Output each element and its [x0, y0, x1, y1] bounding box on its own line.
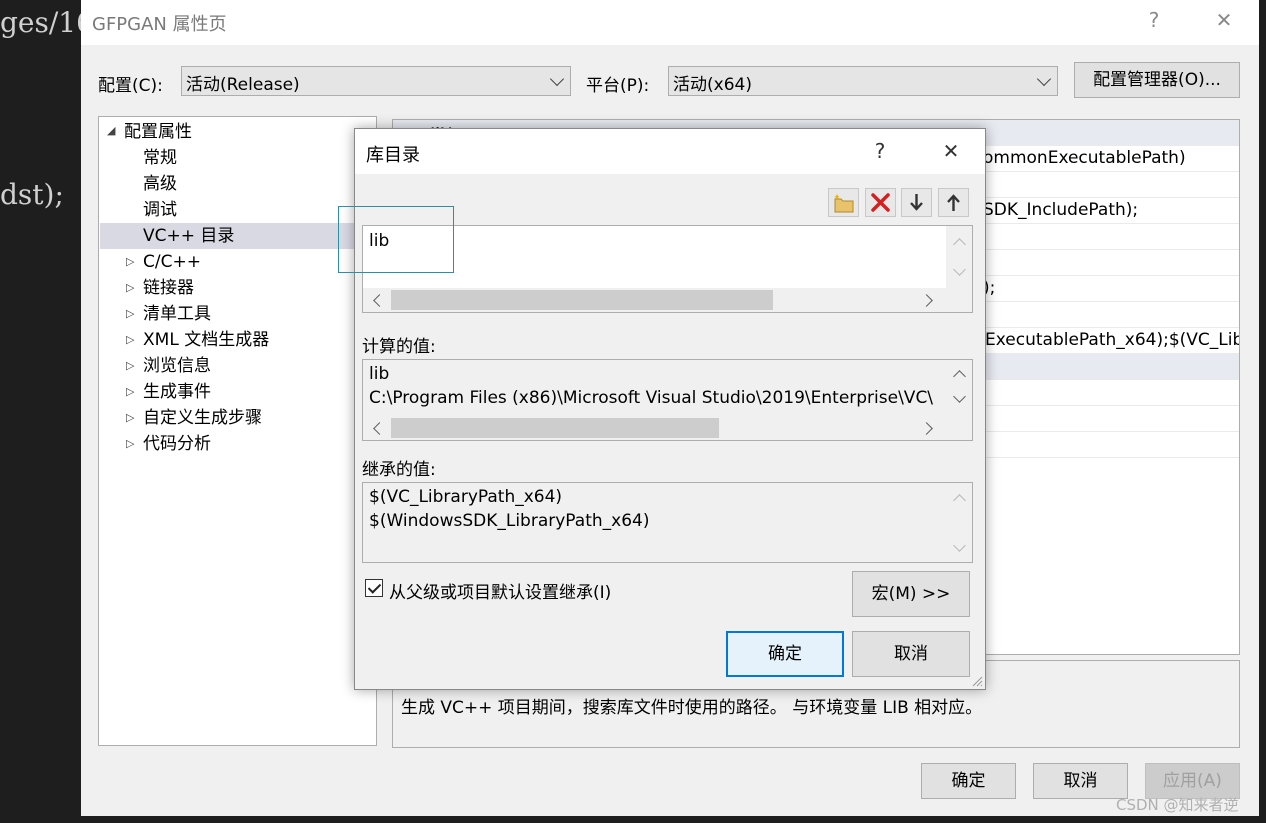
- move-up-button[interactable]: [938, 188, 969, 217]
- config-select-value: 活动(Release): [186, 75, 300, 95]
- arrow-up-icon: [947, 194, 960, 211]
- tree-item-browse-info[interactable]: 浏览信息: [143, 353, 211, 379]
- collapsed-triangle-icon[interactable]: ▷: [126, 359, 134, 372]
- collapsed-triangle-icon[interactable]: ▷: [126, 255, 134, 268]
- collapsed-triangle-icon[interactable]: ▷: [126, 307, 134, 320]
- scrollbar-thumb[interactable]: [391, 418, 719, 438]
- tree-item-xml-doc[interactable]: XML 文档生成器: [143, 327, 269, 353]
- chevron-down-icon: [1036, 71, 1052, 87]
- move-down-button[interactable]: [901, 188, 932, 217]
- inherited-value-line: $(WindowsSDK_LibraryPath_x64): [369, 511, 650, 531]
- config-label: 配置(C):: [98, 76, 163, 96]
- scroll-left-icon[interactable]: [373, 294, 386, 307]
- dialog-title: 库目录: [366, 145, 420, 166]
- computed-values-label: 计算的值:: [362, 337, 436, 357]
- platform-label: 平台(P):: [586, 76, 650, 96]
- close-icon[interactable]: ✕: [1209, 8, 1239, 32]
- platform-select-value: 活动(x64): [673, 75, 752, 95]
- cancel-button[interactable]: 取消: [1033, 763, 1128, 799]
- horizontal-scrollbar[interactable]: [363, 288, 972, 312]
- scroll-up-icon[interactable]: [953, 494, 966, 507]
- dialog-ok-button[interactable]: 确定: [726, 631, 844, 677]
- property-tree: ◢ 配置属性 常规 高级 调试 VC++ 目录 ▷ C/C++ ▷ 链接器 ▷ …: [98, 116, 377, 746]
- window-title: GFPGAN 属性页: [92, 14, 227, 35]
- delete-line-button[interactable]: [865, 188, 896, 217]
- config-select[interactable]: 活动(Release): [181, 66, 571, 96]
- scrollbar-thumb[interactable]: [391, 290, 773, 310]
- scroll-down-icon[interactable]: [953, 263, 966, 276]
- vertical-scrollbar[interactable]: [946, 226, 972, 288]
- platform-select[interactable]: 活动(x64): [668, 66, 1058, 96]
- tree-item-vc-directories[interactable]: VC++ 目录: [100, 223, 376, 249]
- chevron-down-icon: [549, 71, 565, 87]
- tree-item-advanced[interactable]: 高级: [143, 171, 177, 197]
- collapsed-triangle-icon[interactable]: ▷: [126, 333, 134, 346]
- tree-root-config-properties[interactable]: 配置属性: [124, 119, 192, 145]
- tree-item-custom-build[interactable]: 自定义生成步骤: [143, 405, 262, 431]
- scroll-right-icon[interactable]: [920, 422, 933, 435]
- watermark: CSDN @知来者逆: [1116, 796, 1239, 814]
- new-folder-icon: [834, 194, 854, 213]
- scroll-down-icon[interactable]: [953, 539, 966, 552]
- expanded-triangle-icon[interactable]: ◢: [107, 124, 115, 137]
- computed-value-line: lib: [369, 364, 390, 384]
- scroll-right-icon[interactable]: [920, 294, 933, 307]
- horizontal-scrollbar[interactable]: [363, 416, 972, 440]
- tree-item-manifest-tool[interactable]: 清单工具: [143, 301, 211, 327]
- grid-row-value: SDK_IncludePath);: [983, 200, 1139, 220]
- close-icon[interactable]: ✕: [936, 139, 966, 163]
- new-line-button[interactable]: [828, 188, 859, 217]
- collapsed-triangle-icon[interactable]: ▷: [126, 385, 134, 398]
- background-code-line: dst);: [0, 178, 64, 211]
- grid-row-value: ExecutablePath_x64);$(VC_Lib: [985, 330, 1240, 350]
- macros-button[interactable]: 宏(M) >>: [852, 571, 970, 617]
- collapsed-triangle-icon[interactable]: ▷: [126, 411, 134, 424]
- description-text: 生成 VC++ 项目期间，搜索库文件时使用的路径。 与环境变量 LIB 相对应。: [401, 698, 983, 718]
- help-icon[interactable]: ?: [1139, 8, 1169, 32]
- vertical-scrollbar[interactable]: [946, 360, 972, 416]
- inherited-values-label: 继承的值:: [362, 460, 436, 480]
- collapsed-triangle-icon[interactable]: ▷: [126, 281, 134, 294]
- tree-item-code-analysis[interactable]: 代码分析: [143, 431, 211, 457]
- arrow-down-icon: [910, 194, 923, 211]
- inherited-value-line: $(VC_LibraryPath_x64): [369, 487, 563, 507]
- tree-item-general[interactable]: 常规: [143, 145, 177, 171]
- scroll-up-icon[interactable]: [953, 370, 966, 383]
- tree-item-linker[interactable]: 链接器: [143, 275, 194, 301]
- inherit-checkbox-label[interactable]: 从父级或项目默认设置继承(I): [389, 578, 611, 603]
- ok-button[interactable]: 确定: [921, 763, 1016, 799]
- scroll-up-icon[interactable]: [953, 238, 966, 251]
- computed-values-box: lib C:\Program Files (x86)\Microsoft Vis…: [362, 359, 973, 441]
- help-icon[interactable]: ?: [865, 139, 895, 163]
- dialog-cancel-button[interactable]: 取消: [852, 631, 970, 677]
- grid-row-value: ommonExecutablePath): [983, 148, 1186, 168]
- computed-value-line: C:\Program Files (x86)\Microsoft Visual …: [369, 388, 934, 408]
- delete-icon: [871, 193, 890, 212]
- tree-item-build-events[interactable]: 生成事件: [143, 379, 211, 405]
- library-directories-dialog: 库目录 ? ✕ lib 计算的值: lib C:\Program Files (…: [338, 128, 986, 690]
- collapsed-triangle-icon[interactable]: ▷: [126, 437, 134, 450]
- inherit-checkbox[interactable]: [365, 579, 383, 597]
- vertical-scrollbar[interactable]: [946, 483, 972, 562]
- config-manager-button[interactable]: 配置管理器(O)...: [1074, 62, 1240, 98]
- inherited-values-box: $(VC_LibraryPath_x64) $(WindowsSDK_Libra…: [362, 482, 973, 563]
- window-titlebar: GFPGAN 属性页 ? ✕: [81, 0, 1259, 45]
- tree-item-debugging[interactable]: 调试: [143, 197, 177, 223]
- tree-item-cpp[interactable]: C/C++: [143, 249, 201, 275]
- dialog-titlebar: 库目录 ? ✕: [355, 129, 985, 174]
- background-code-line: ges/16: [0, 6, 94, 39]
- resize-grip-icon[interactable]: [971, 675, 983, 687]
- scroll-left-icon[interactable]: [373, 422, 386, 435]
- scroll-down-icon[interactable]: [953, 390, 966, 403]
- focus-highlight-rect: [338, 206, 454, 273]
